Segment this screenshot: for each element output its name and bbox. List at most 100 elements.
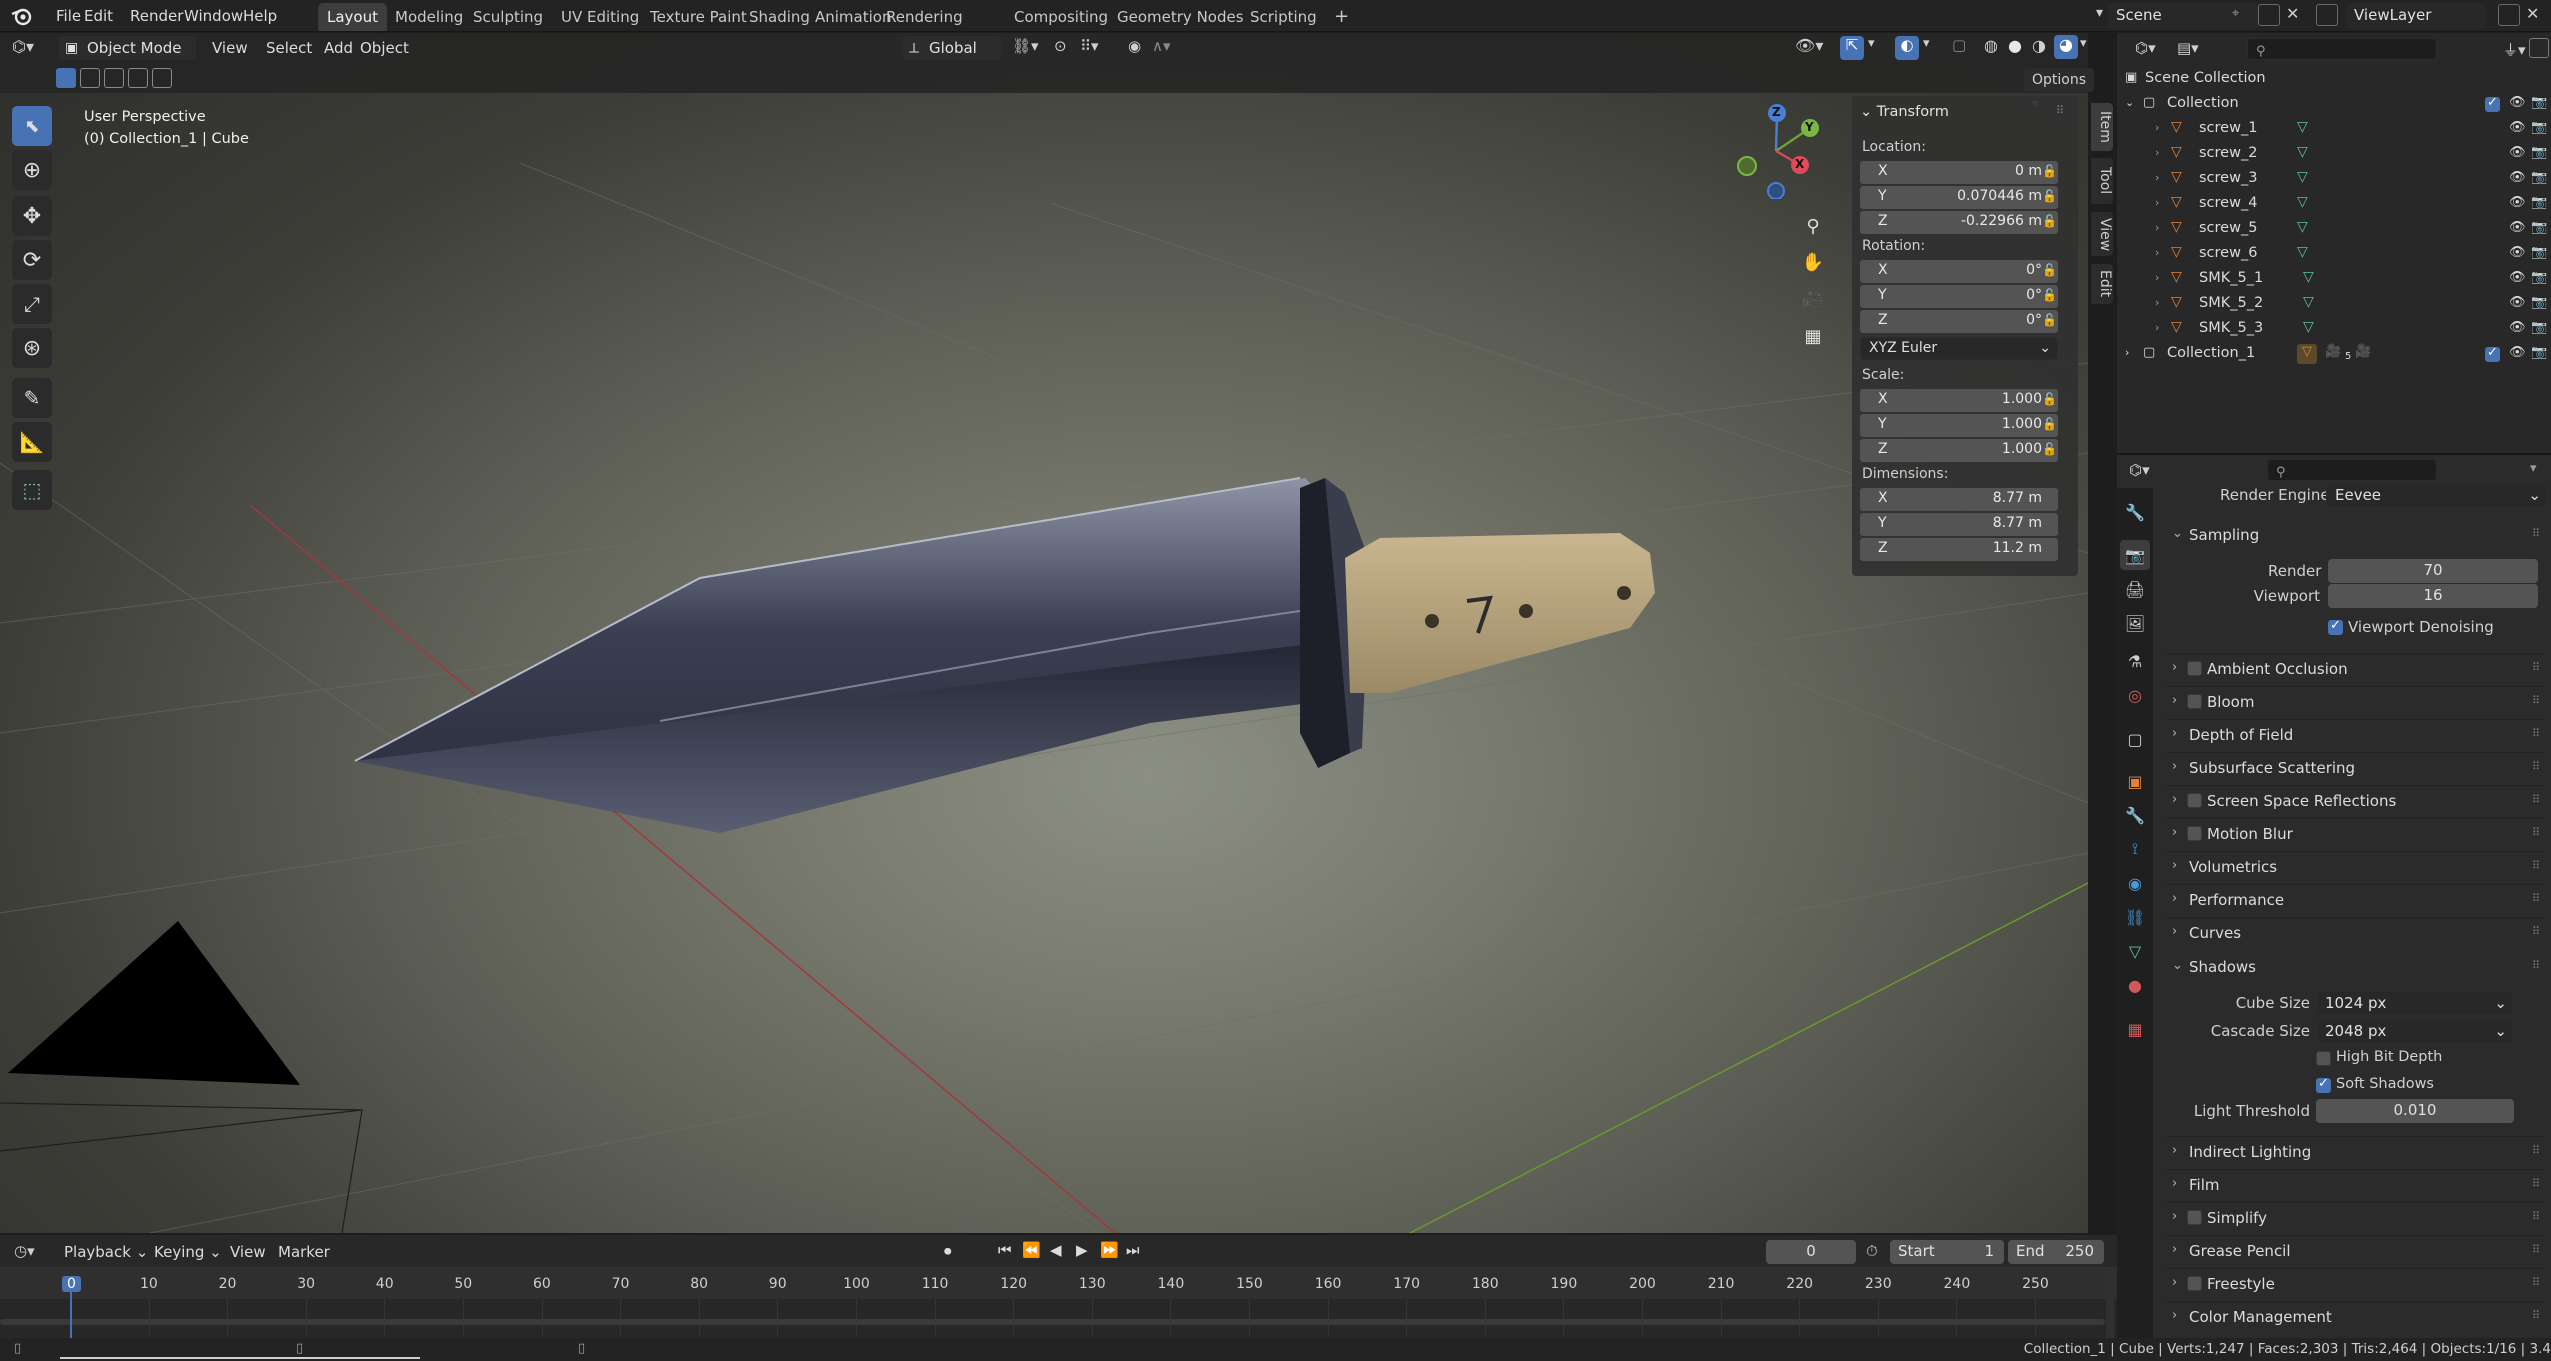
output-properties-icon[interactable]: 🖨	[2120, 574, 2150, 604]
rotation-z-field[interactable]: Z 0°	[1860, 310, 2058, 333]
outliner-row[interactable]: › ▽ ▽ screw_2 👁 📷	[2117, 142, 2551, 167]
start-frame-field[interactable]: Start 1	[1890, 1240, 2004, 1264]
view-layer-icon[interactable]	[2316, 4, 2338, 26]
render-camera-icon[interactable]: 📷	[2531, 95, 2547, 110]
rotation-mode-dropdown[interactable]: XYZ Euler ⌄	[1860, 337, 2058, 360]
orientation-dropdown[interactable]: ⟂ Global	[902, 36, 1002, 60]
timeline-menu-view[interactable]: View	[222, 1240, 274, 1264]
shading-menu-icon[interactable]: ▾	[2080, 36, 2087, 51]
workspace-tab-sculpting[interactable]: Sculpting	[464, 3, 552, 31]
location-lock-icon[interactable]: 🔓	[2042, 214, 2058, 230]
outliner-row[interactable]: › ▽ ▽ SMK_5_1 👁 📷	[2117, 267, 2551, 292]
workspace-tab-compositing[interactable]: Compositing	[1005, 3, 1117, 31]
workspace-tab-modeling[interactable]: Modeling	[386, 3, 472, 31]
object-properties-icon[interactable]: ▣	[2120, 766, 2150, 796]
xray-icon[interactable]: ▢	[1952, 36, 1966, 54]
properties-editor-icon[interactable]: ⌬▾	[2129, 461, 2150, 479]
jump-keyframe-forward-icon[interactable]: ⏩	[1100, 1241, 1119, 1259]
depth-of-field-panel-header[interactable]: › Depth of Field ⠿	[2165, 719, 2545, 749]
visibility-eye-icon[interactable]: 👁	[2509, 170, 2526, 185]
location-lock-icon[interactable]: 🔓	[2042, 189, 2058, 205]
panel-drag-icon[interactable]: ⠿	[2532, 925, 2540, 938]
end-frame-field[interactable]: End 250	[2008, 1240, 2104, 1264]
pin-properties-icon[interactable]: ▾	[2530, 461, 2537, 476]
panel-drag-icon[interactable]: ⠿	[2532, 694, 2540, 707]
panel-drag-icon[interactable]: ⠿	[2056, 104, 2064, 117]
outliner-row[interactable]: ⌄ ▢ Collection 👁 📷	[2117, 92, 2551, 117]
expand-chevron-icon[interactable]: ›	[2155, 246, 2159, 259]
gizmo-toggle-icon[interactable]: ⇱	[1840, 36, 1864, 60]
visibility-eye-icon[interactable]: 👁	[2509, 195, 2526, 210]
select-mode-subtract-icon[interactable]	[104, 68, 124, 88]
panel-drag-icon[interactable]: ⠿	[2532, 826, 2540, 839]
select-mode-invert-icon[interactable]	[128, 68, 148, 88]
ambient-occlusion-panel-header[interactable]: › Ambient Occlusion ⠿	[2165, 653, 2545, 683]
timeline-editor-icon[interactable]: ◷▾	[14, 1242, 35, 1260]
render-camera-icon[interactable]: 📷	[2531, 320, 2547, 335]
render-camera-icon[interactable]: 📷	[2531, 195, 2547, 210]
outliner-row[interactable]: › ▽ ▽ SMK_5_2 👁 📷	[2117, 292, 2551, 317]
screen-space-reflections-panel-header[interactable]: › Screen Space Reflections ⠿	[2165, 785, 2545, 815]
proportional-edit-icon[interactable]: ◉	[1128, 37, 1141, 55]
exclude-checkbox[interactable]	[2485, 345, 2500, 362]
outliner-row[interactable]: ▣ Scene Collection	[2117, 67, 2551, 92]
jump-start-icon[interactable]: ⏮	[998, 1241, 1012, 1259]
material-shading-icon[interactable]: ◑	[2032, 36, 2046, 55]
world-properties-icon[interactable]: ◎	[2120, 680, 2150, 710]
texture-properties-icon[interactable]: ▦	[2120, 1014, 2150, 1044]
workspace-tab-geometry-nodes[interactable]: Geometry Nodes	[1108, 3, 1253, 31]
viewport-menu-view[interactable]: View	[204, 36, 256, 60]
high-bit-depth-toggle[interactable]: High Bit Depth	[2316, 1049, 2516, 1069]
freestyle-panel-header[interactable]: › Freestyle ⠿	[2165, 1268, 2545, 1298]
location-x-field[interactable]: X 0 m	[1860, 161, 2058, 184]
dimensions-y-field[interactable]: Y 8.77 m	[1860, 513, 2058, 536]
expand-chevron-icon[interactable]: ›	[2155, 221, 2159, 234]
timeline-scrollbar[interactable]	[0, 1319, 2105, 1325]
blender-logo-icon[interactable]	[10, 4, 34, 28]
measure-tool[interactable]: 📐	[12, 422, 52, 462]
dimensions-x-field[interactable]: X 8.77 m	[1860, 488, 2058, 511]
pan-hand-icon[interactable]: ✋	[1798, 247, 1828, 277]
delete-scene-icon[interactable]: ✕	[2286, 4, 2299, 23]
viewport-menu-select[interactable]: Select	[258, 36, 320, 60]
location-y-field[interactable]: Y 0.070446 m	[1860, 186, 2058, 209]
annotate-tool[interactable]: ✎	[12, 378, 52, 418]
bloom-checkbox[interactable]	[2187, 694, 2202, 709]
expand-chevron-icon[interactable]: ›	[2155, 171, 2159, 184]
options-button[interactable]: Options ▾	[2024, 68, 2095, 112]
camera-view-icon[interactable]: 🎥	[1798, 283, 1828, 313]
panel-drag-icon[interactable]: ⠿	[2532, 1243, 2540, 1256]
panel-drag-icon[interactable]: ⠿	[2532, 1309, 2540, 1322]
visibility-eye-icon[interactable]: 👁	[2509, 220, 2526, 235]
panel-drag-icon[interactable]: ⠿	[2532, 661, 2540, 674]
falloff-icon[interactable]: ∧▾	[1152, 37, 1171, 55]
3d-viewport[interactable]: User Perspective (0) Collection_1 | Cube…	[0, 33, 2088, 1233]
add-cube-tool[interactable]: ⬚	[12, 470, 52, 510]
workspace-tab-layout[interactable]: Layout	[318, 3, 387, 31]
simplify-checkbox[interactable]	[2187, 1210, 2202, 1225]
jump-end-icon[interactable]: ⏭	[1126, 1241, 1140, 1259]
volumetrics-panel-header[interactable]: › Volumetrics ⠿	[2165, 851, 2545, 881]
panel-drag-icon[interactable]: ⠿	[2532, 859, 2540, 872]
render-samples-field[interactable]: 70	[2328, 559, 2538, 583]
cursor-tool[interactable]: ⊕	[12, 150, 52, 190]
add-workspace-button[interactable]: +	[1325, 3, 1358, 31]
indirect-lighting-panel-header[interactable]: › Indirect Lighting ⠿	[2165, 1136, 2545, 1166]
visibility-eye-icon[interactable]: 👁	[2509, 95, 2526, 110]
sampling-header[interactable]: ⌄ Sampling ⠿	[2165, 520, 2545, 550]
tool-properties-icon[interactable]: 🔧	[2120, 497, 2150, 527]
jump-keyframe-back-icon[interactable]: ⏪	[1022, 1241, 1041, 1259]
rotation-lock-icon[interactable]: 🔓	[2042, 313, 2058, 329]
timeline-region-handle[interactable]	[2106, 1267, 2114, 1349]
rotation-lock-icon[interactable]: 🔓	[2042, 288, 2058, 304]
sidebar-tab-edit[interactable]: Edit	[2091, 264, 2113, 304]
render-camera-icon[interactable]: 📷	[2531, 270, 2547, 285]
play-icon[interactable]: ▶	[1076, 1241, 1088, 1259]
mode-dropdown[interactable]: ▣ Object Mode	[58, 36, 196, 60]
rotation-x-field[interactable]: X 0°	[1860, 260, 2058, 283]
menu-help[interactable]: Help	[235, 3, 285, 29]
visibility-icon[interactable]: 👁▾	[1795, 36, 1823, 55]
outliner-row[interactable]: › ▢ ▽ 🎥 Collection_1 5🎥 👁 📷	[2117, 342, 2551, 367]
grease-pencil-panel-header[interactable]: › Grease Pencil ⠿	[2165, 1235, 2545, 1265]
new-view-layer-icon[interactable]	[2498, 4, 2520, 26]
